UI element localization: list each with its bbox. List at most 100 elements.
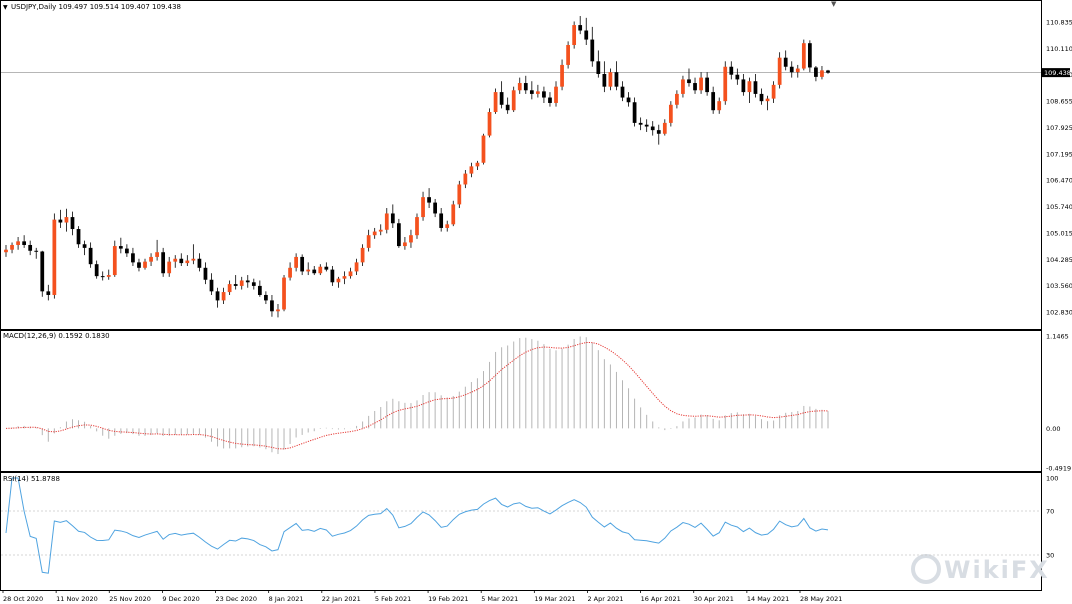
- candle-body: [348, 271, 353, 277]
- candle: [161, 247, 166, 277]
- candle-body: [439, 213, 444, 228]
- candle-body: [88, 247, 93, 265]
- candle-body: [70, 217, 75, 230]
- candle-body: [264, 294, 268, 301]
- candle: [566, 41, 570, 69]
- candle-body: [668, 104, 673, 123]
- price-tick-label: 105.740: [1046, 203, 1072, 211]
- rsi-axis-labels: 1007030: [1046, 475, 1058, 560]
- candle-body: [342, 276, 347, 279]
- shift-marker-icon[interactable]: ▼: [831, 0, 837, 8]
- candle-body: [82, 244, 87, 248]
- price-tick-label: 104.285: [1046, 256, 1072, 264]
- price-axis-labels: 110.835110.110109.380108.655107.925107.1…: [1046, 19, 1072, 317]
- candle-body: [693, 83, 697, 91]
- candle-body: [167, 261, 172, 274]
- candle: [481, 133, 486, 165]
- chart-menu-icon[interactable]: ▼: [3, 4, 8, 11]
- candle-body: [578, 25, 583, 31]
- candle: [40, 250, 45, 297]
- candle-body: [270, 300, 274, 312]
- trading-chart: 110.835110.110109.380108.655107.925107.1…: [0, 0, 1072, 603]
- candle-body: [723, 66, 728, 102]
- candle-body: [336, 278, 341, 283]
- candle-body: [378, 229, 383, 232]
- candle-body: [753, 81, 758, 94]
- candle-body: [820, 70, 824, 77]
- candle-body: [58, 219, 63, 223]
- candle-body: [94, 264, 99, 277]
- time-tick-label: 5 Feb 2021: [375, 595, 411, 603]
- time-tick-label: 19 Feb 2021: [428, 595, 468, 603]
- candle-body: [215, 291, 220, 301]
- candle: [572, 21, 577, 49]
- macd-label: MACD(12,26,9) 0.1592 0.1830: [3, 332, 110, 340]
- candle-body: [40, 251, 45, 292]
- candle-body: [179, 258, 184, 264]
- candle-body: [300, 256, 305, 272]
- candle-body: [681, 79, 685, 94]
- price-tick-label: 110.110: [1046, 45, 1072, 53]
- candle-body: [801, 43, 806, 69]
- candle-body: [463, 173, 468, 185]
- candle-body: [396, 223, 401, 247]
- candle-body: [560, 64, 564, 87]
- candle: [807, 40, 812, 73]
- candle: [511, 86, 516, 113]
- candle-body: [789, 66, 794, 73]
- candle-body: [783, 57, 788, 67]
- candle-body: [28, 244, 33, 251]
- candle-body: [409, 235, 413, 243]
- candle-body: [421, 197, 425, 218]
- candle-body: [16, 241, 20, 245]
- candle-body: [608, 72, 613, 87]
- time-tick-label: 2 Apr 2021: [587, 595, 623, 603]
- candle-body: [735, 74, 740, 80]
- candle-body: [626, 97, 631, 103]
- candle: [396, 218, 401, 248]
- current-price-label: 109.438: [1044, 69, 1071, 77]
- candle: [723, 61, 728, 105]
- candle-body: [427, 197, 431, 203]
- candle-body: [596, 61, 601, 74]
- candle-body: [366, 235, 371, 248]
- candle-body: [34, 250, 39, 252]
- candle-body: [687, 79, 691, 84]
- candle-body: [814, 67, 818, 77]
- candle: [112, 240, 117, 277]
- candle-body: [433, 202, 438, 214]
- candle-body: [777, 57, 782, 85]
- time-tick-label: 25 Nov 2020: [109, 595, 151, 603]
- candle-body: [203, 267, 208, 280]
- price-tick-label: 108.655: [1046, 97, 1072, 105]
- candle-body: [729, 66, 734, 75]
- candle-body: [221, 292, 226, 301]
- candle-body: [536, 91, 540, 94]
- price-tick-label: 107.925: [1046, 124, 1072, 132]
- candle-body: [481, 135, 486, 163]
- candle-body: [100, 276, 105, 278]
- candle-body: [131, 253, 135, 263]
- candle-body: [511, 90, 516, 111]
- candle-body: [10, 244, 14, 250]
- time-tick-label: 5 Mar 2021: [481, 595, 518, 603]
- candle-body: [620, 86, 625, 98]
- candle-body: [807, 43, 812, 68]
- candle-body: [52, 219, 57, 295]
- price-tick-label: 107.195: [1046, 150, 1072, 158]
- candle-body: [112, 246, 117, 276]
- candle-body: [251, 282, 256, 286]
- candle-body: [372, 231, 377, 236]
- candle-body: [360, 247, 365, 263]
- candle-body: [276, 309, 280, 312]
- candle-body: [711, 92, 716, 111]
- price-panel-frame: [0, 0, 1042, 330]
- candle-body: [644, 124, 649, 127]
- candle-body: [288, 267, 292, 278]
- macd-tick-label: 0.00: [1046, 425, 1060, 433]
- macd-axis-labels: 1.1465 0.00 -0.4919: [1046, 333, 1071, 473]
- candle-body: [403, 242, 407, 247]
- candle-body: [523, 83, 528, 91]
- candle-body: [137, 262, 141, 268]
- candle-body: [638, 122, 643, 125]
